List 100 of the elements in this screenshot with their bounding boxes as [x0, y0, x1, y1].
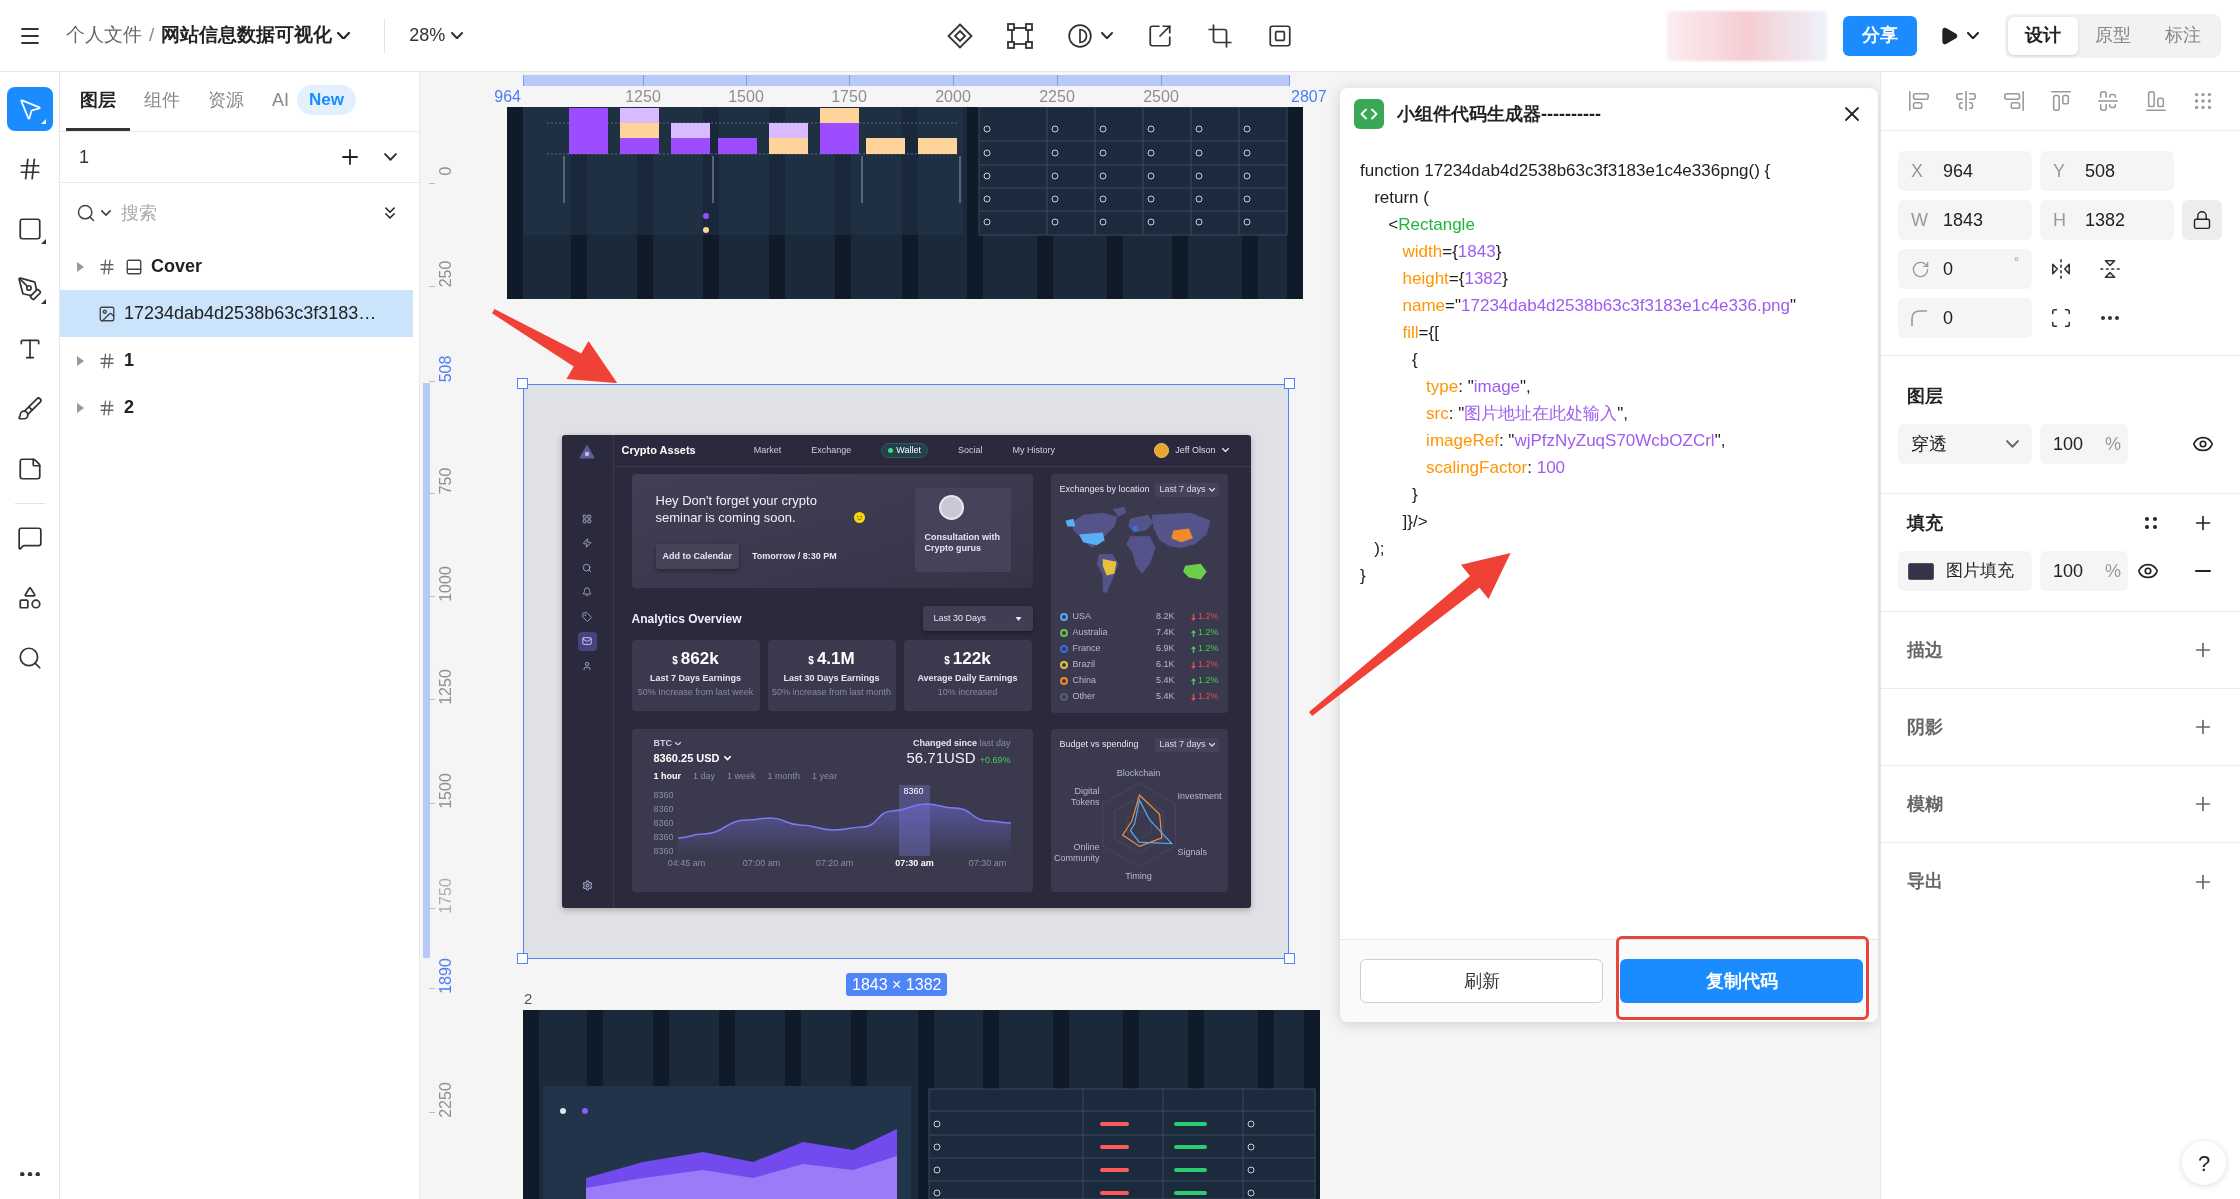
breadcrumb-parent[interactable]: 个人文件: [66, 21, 142, 50]
country-change: 1.2%: [1198, 626, 1219, 640]
mode-tab[interactable]: 设计: [2008, 16, 2078, 55]
size-field[interactable]: W 1843: [1898, 200, 2032, 240]
selected-image-frame[interactable]: [523, 384, 1289, 959]
select-tool[interactable]: [6, 87, 53, 131]
add-to-calendar-button[interactable]: Add to Calendar: [655, 544, 739, 569]
align-middle-button[interactable]: [2097, 90, 2120, 112]
crop-button[interactable]: [1207, 22, 1233, 49]
align-right-button[interactable]: [2002, 90, 2025, 112]
arrow-square-button[interactable]: [1147, 22, 1173, 49]
ruler-label: 508: [437, 355, 455, 383]
zoom-menu[interactable]: 28%: [409, 22, 464, 49]
rectangle-icon: [16, 216, 43, 242]
mail-icon: [582, 636, 592, 646]
bell-icon: [582, 587, 592, 597]
country-change: 1.2%: [1198, 674, 1219, 688]
bounding-box-button[interactable]: [1007, 22, 1033, 49]
ruler-label: 1500: [728, 88, 764, 106]
resize-handle[interactable]: [1284, 378, 1295, 389]
align-bottom-button[interactable]: [2144, 90, 2167, 112]
corner-radius-field[interactable]: 0: [1898, 298, 2032, 338]
tag-icon: [582, 611, 592, 622]
diamond-button[interactable]: [947, 22, 973, 49]
code-line: type: "image",: [1425, 376, 1532, 398]
panel-tab[interactable]: 资源: [194, 72, 258, 131]
code-line: function 17234dab4d2538b63c3f3183e1c4e336png() {: [1360, 160, 1772, 182]
align-top-button[interactable]: [2050, 90, 2072, 112]
range-dropdown[interactable]: Last 30 Days: [922, 606, 1033, 631]
blend-mode-dropdown[interactable]: 穿透: [1898, 424, 2032, 464]
contrast-menu[interactable]: [1067, 22, 1113, 49]
layer-row[interactable]: 2: [60, 384, 413, 431]
layer-row[interactable]: 1: [60, 337, 413, 384]
file-name-menu[interactable]: 网站信息数据可视化: [161, 21, 351, 50]
radar-axis-label: Timing: [1124, 871, 1153, 882]
caret-icon: [1967, 31, 1979, 40]
resize-handle[interactable]: [517, 953, 528, 964]
ruler-label: 2807: [1291, 88, 1327, 106]
nav-tab[interactable]: Exchange: [811, 443, 852, 458]
flip-horizontal-button[interactable]: [2050, 258, 2072, 280]
align-left-button[interactable]: [1908, 90, 1930, 112]
flip-vertical-button[interactable]: [2099, 258, 2121, 280]
corner-triangle-icon: [40, 239, 46, 244]
time-range-tab[interactable]: 1 month: [767, 770, 801, 782]
ruler-label: 1500: [437, 773, 455, 809]
help-button[interactable]: ?: [2182, 1141, 2226, 1185]
time-range-tab[interactable]: 1 day: [693, 770, 716, 782]
sidebar-item[interactable]: [577, 631, 597, 651]
fill-field[interactable]: 图片填充: [1898, 551, 2032, 591]
nav-tab[interactable]: Wallet: [881, 443, 928, 458]
ruler-label: 1250: [437, 669, 455, 705]
time-range-tab[interactable]: 1 week: [727, 770, 756, 782]
layer-name: 2: [124, 396, 134, 419]
caret-icon: [1221, 448, 1229, 453]
align-center-button[interactable]: [1955, 90, 1978, 112]
time-range-tab[interactable]: 1 year: [812, 770, 838, 782]
search-filter-button[interactable]: [76, 203, 111, 223]
expand-triangle-icon[interactable]: [77, 261, 84, 272]
expand-triangle-icon[interactable]: [77, 355, 84, 366]
amount-dropdown[interactable]: 8360.25 USD: [653, 752, 731, 765]
code-line: }: [1410, 484, 1419, 506]
search-field[interactable]: 搜索: [121, 199, 380, 227]
nav-tab[interactable]: Social: [957, 443, 983, 458]
play-menu[interactable]: [1939, 25, 1979, 46]
layer-row[interactable]: Cover: [60, 243, 413, 290]
panel-tab[interactable]: 组件: [130, 72, 194, 131]
opacity-field[interactable]: 100 %: [2040, 424, 2128, 464]
align-top-icon: [2050, 90, 2072, 112]
lightning-icon: [582, 538, 592, 548]
coin-dropdown[interactable]: BTC: [653, 738, 681, 749]
time-range-tab[interactable]: 1 hour: [653, 770, 681, 782]
nav-tab[interactable]: Market: [753, 443, 782, 458]
expand-triangle-icon[interactable]: [77, 402, 84, 413]
independent-corners-button[interactable]: [2050, 307, 2072, 329]
nav-tab[interactable]: My History: [1012, 443, 1055, 458]
stat-value: 4.1M: [816, 649, 855, 669]
rotation-field[interactable]: 0 °: [1898, 249, 2032, 289]
lock-ratio-button[interactable]: [2182, 200, 2222, 240]
layer-row[interactable]: 17234dab4d2538b63c3f3183…: [60, 290, 413, 337]
nested-square-button[interactable]: [1267, 22, 1293, 49]
refresh-button[interactable]: 刷新: [1360, 959, 1603, 1003]
resize-handle[interactable]: [517, 378, 528, 389]
page-name[interactable]: 1: [79, 143, 89, 171]
size-field[interactable]: H 1382: [2040, 200, 2174, 240]
resize-handle[interactable]: [1284, 953, 1295, 964]
range-dropdown[interactable]: Last 7 days: [1155, 483, 1219, 497]
country-change: 1.2%: [1198, 642, 1219, 656]
panel-tab[interactable]: AI New: [258, 72, 370, 131]
code-line: {: [1410, 349, 1419, 371]
position-field[interactable]: X 964: [1898, 151, 2032, 191]
frame-label[interactable]: 2: [524, 990, 533, 1008]
position-field[interactable]: Y 508: [2040, 151, 2174, 191]
range-dropdown[interactable]: Last 7 days: [1155, 738, 1219, 752]
settings-button[interactable]: [581, 880, 593, 891]
panel-tab[interactable]: 图层: [66, 72, 130, 131]
fill-styles-button[interactable]: [2145, 517, 2157, 529]
opacity-field[interactable]: 100 %: [2040, 551, 2128, 591]
layer-name: 17234dab4d2538b63c3f3183…: [124, 302, 377, 325]
align-right-icon: [2002, 90, 2025, 112]
page-menu-button[interactable]: [384, 153, 397, 161]
